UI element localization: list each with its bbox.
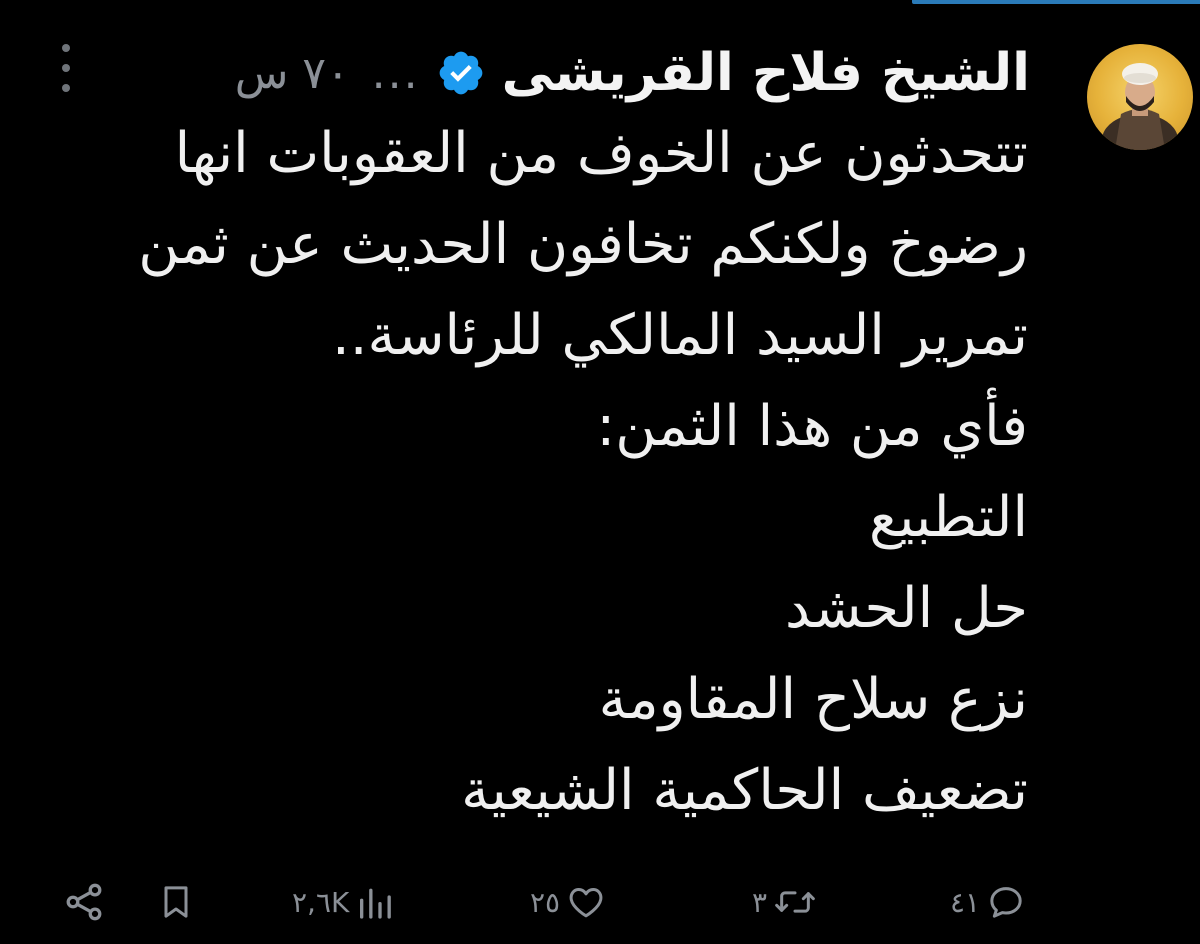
author-display-name[interactable]: الشيخ فلاح القريشى (502, 43, 1030, 103)
views-count: ٢,٦K (292, 885, 350, 919)
tweet-body-line: رضوخ ولكنكم تخافون الحديث عن ثمن (138, 212, 1028, 277)
like-count: ٢٥ (530, 885, 561, 919)
tweet-body-line: التطبيع (868, 485, 1028, 550)
tweet-actions-bar: ٤١ ٣ ٢٥ ٢,٦K (0, 872, 1200, 932)
author-handle[interactable]: ... (372, 48, 420, 99)
tweet-body-line: تتحدثون عن الخوف من العقوبات انها (174, 121, 1028, 186)
user-avatar-icon[interactable] (1087, 44, 1193, 150)
share-button[interactable] (62, 872, 106, 932)
share-icon (62, 880, 106, 924)
bookmark-icon (156, 882, 196, 922)
tweet-body-line: تمرير السيد المالكي للرئاسة.. (331, 303, 1028, 368)
verified-badge-icon (436, 48, 486, 98)
tweet-body-line: حل الحشد (785, 576, 1028, 641)
reply-icon (986, 882, 1026, 922)
views-chart-icon (355, 882, 395, 922)
views-button[interactable]: ٢,٦K (292, 872, 395, 932)
more-options-icon[interactable] (52, 44, 80, 92)
tweet-timestamp[interactable]: ٧٠ س (235, 48, 350, 99)
retweet-icon (773, 882, 817, 922)
tweet-body-line: نزع سلاح المقاومة (598, 667, 1028, 732)
retweet-button[interactable]: ٣ (752, 872, 817, 932)
retweet-count: ٣ (752, 885, 768, 919)
tweet-header: الشيخ فلاح القريشى ... ٧٠ س (235, 28, 1030, 118)
reply-button[interactable]: ٤١ (950, 872, 1026, 932)
reply-count: ٤١ (950, 885, 981, 919)
tweet[interactable]: الشيخ فلاح القريشى ... ٧٠ س تتحدثون عن ا… (0, 0, 1200, 944)
tweet-body-line: تضعيف الحاكمية الشيعية (461, 758, 1028, 823)
bookmark-button[interactable] (156, 872, 196, 932)
tweet-body-line: فأي من هذا الثمن: (596, 394, 1028, 459)
like-button[interactable]: ٢٥ (530, 872, 606, 932)
heart-icon (566, 882, 606, 922)
tweet-body: تتحدثون عن الخوف من العقوبات انها رضوخ و… (48, 108, 1028, 836)
